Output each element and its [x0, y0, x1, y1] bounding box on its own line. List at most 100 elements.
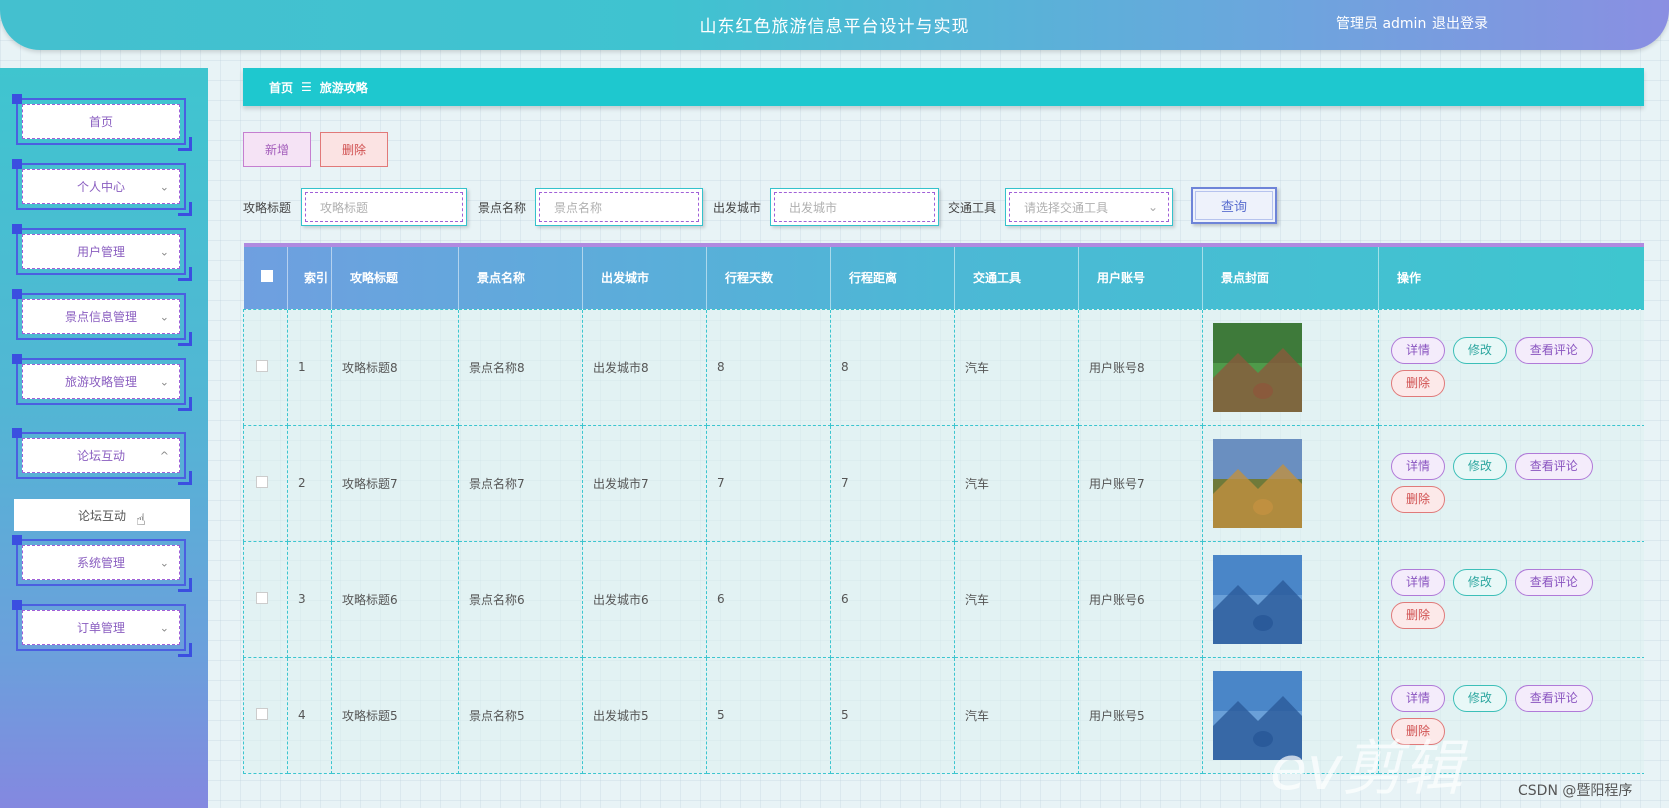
sidebar-item-label: 系统管理 [76, 556, 125, 570]
cell-cover [1202, 424, 1379, 542]
cell-index: 3 [287, 540, 332, 658]
col-actions: 操作 [1378, 243, 1644, 309]
cell-title: 攻略标题5 [331, 656, 459, 774]
query-button[interactable]: 查询 [1191, 187, 1277, 224]
cell-spot: 景点名称5 [458, 656, 583, 774]
transport-filter-label: 交通工具 [948, 201, 997, 215]
sidebar-item-guides[interactable]: 旅游攻略管理 ⌄ [12, 354, 192, 411]
view-comments-button[interactable]: 查看评论 [1514, 569, 1593, 596]
cell-distance: 8 [830, 308, 955, 426]
col-index: 索引 [287, 243, 332, 309]
cell-account: 用户账号5 [1078, 656, 1203, 774]
chevron-up-icon: ^ [159, 449, 169, 462]
breadcrumb: 首页 ☰ 旅游攻略 [243, 68, 1644, 106]
title-filter-input[interactable]: 攻略标题 [301, 188, 467, 226]
sidebar-item-orders[interactable]: 订单管理 ⌄ [12, 600, 192, 657]
cover-image[interactable] [1213, 438, 1302, 528]
row-checkbox[interactable] [243, 540, 288, 658]
row-delete-button[interactable]: 删除 [1391, 486, 1446, 513]
table-header-row: 索引 攻略标题 景点名称 出发城市 行程天数 行程距离 交通工具 用户账号 景点… [243, 243, 1644, 309]
sidebar-item-forum[interactable]: 论坛互动 ^ [12, 428, 192, 485]
cell-actions: 详情 修改 查看评论 删除 [1378, 424, 1644, 542]
cover-image[interactable] [1213, 554, 1302, 644]
menu-icon: ☰ [301, 80, 312, 94]
detail-button[interactable]: 详情 [1391, 337, 1446, 364]
cell-title: 攻略标题8 [331, 308, 459, 426]
view-comments-button[interactable]: 查看评论 [1514, 337, 1593, 364]
cell-spot: 景点名称6 [458, 540, 583, 658]
cell-actions: 详情 修改 查看评论 删除 [1378, 540, 1644, 658]
row-checkbox[interactable] [243, 308, 288, 426]
sidebar-item-label: 用户管理 [76, 245, 125, 259]
cell-days: 6 [706, 540, 831, 658]
transport-select[interactable]: 请选择交通工具 ⌄ [1005, 188, 1173, 226]
col-days: 行程天数 [706, 243, 831, 309]
submenu-item-forum[interactable]: 论坛互动 [14, 499, 190, 531]
row-delete-button[interactable]: 删除 [1391, 370, 1446, 397]
cell-account: 用户账号6 [1078, 540, 1203, 658]
cell-spot: 景点名称7 [458, 424, 583, 542]
cell-title: 攻略标题6 [331, 540, 459, 658]
spot-filter-label: 景点名称 [478, 201, 527, 215]
sidebar-item-spots[interactable]: 景点信息管理 ⌄ [12, 289, 192, 346]
sidebar-item-label: 景点信息管理 [64, 310, 137, 324]
select-all-checkbox[interactable] [243, 243, 288, 309]
cell-spot: 景点名称8 [458, 308, 583, 426]
chevron-down-icon: ⌄ [159, 245, 169, 258]
mouse-cursor-icon: ☝ [136, 510, 146, 529]
cell-account: 用户账号8 [1078, 308, 1203, 426]
cell-distance: 6 [830, 540, 955, 658]
spot-filter-input[interactable]: 景点名称 [535, 188, 703, 226]
chevron-down-icon: ⌄ [159, 621, 169, 634]
chevron-down-icon: ⌄ [159, 180, 169, 193]
detail-button[interactable]: 详情 [1391, 569, 1446, 596]
cell-city: 出发城市5 [582, 656, 707, 774]
view-comments-button[interactable]: 查看评论 [1514, 685, 1593, 712]
sidebar-item-system[interactable]: 系统管理 ⌄ [12, 535, 192, 592]
edit-button[interactable]: 修改 [1452, 453, 1507, 480]
cover-image[interactable] [1213, 322, 1302, 412]
edit-button[interactable]: 修改 [1452, 569, 1507, 596]
cell-city: 出发城市6 [582, 540, 707, 658]
breadcrumb-home[interactable]: 首页 [269, 79, 293, 96]
detail-button[interactable]: 详情 [1391, 685, 1446, 712]
breadcrumb-current: 旅游攻略 [319, 80, 368, 95]
delete-button[interactable]: 删除 [320, 132, 388, 167]
col-distance: 行程距离 [830, 243, 955, 309]
logout-link[interactable]: 退出登录 [1432, 13, 1488, 33]
edit-button[interactable]: 修改 [1452, 337, 1507, 364]
table-row: 2 攻略标题7 景点名称7 出发城市7 7 7 汽车 用户账号7 详情 修改 查… [243, 424, 1644, 542]
cell-days: 7 [706, 424, 831, 542]
cell-cover [1202, 540, 1379, 658]
row-checkbox[interactable] [243, 424, 288, 542]
cell-title: 攻略标题7 [331, 424, 459, 542]
chevron-down-icon: ⌄ [159, 375, 169, 388]
sidebar-item-home[interactable]: 首页 [12, 94, 192, 151]
credit-text: CSDN @暨阳程序 [1518, 783, 1633, 799]
detail-button[interactable]: 详情 [1391, 453, 1446, 480]
cell-city: 出发城市8 [582, 308, 707, 426]
add-button[interactable]: 新增 [243, 132, 311, 167]
city-filter-input[interactable]: 出发城市 [770, 188, 939, 226]
current-user: 管理员 admin [1336, 16, 1427, 32]
cell-transport: 汽车 [954, 308, 1079, 426]
cell-transport: 汽车 [954, 656, 1079, 774]
top-header: 山东红色旅游信息平台设计与实现 管理员 admin 退出登录 [0, 0, 1669, 50]
cell-days: 5 [706, 656, 831, 774]
sidebar-item-profile[interactable]: 个人中心 ⌄ [12, 159, 192, 216]
col-cover: 景点封面 [1202, 243, 1379, 309]
cell-account: 用户账号7 [1078, 424, 1203, 542]
row-checkbox[interactable] [243, 656, 288, 774]
view-comments-button[interactable]: 查看评论 [1514, 453, 1593, 480]
cell-city: 出发城市7 [582, 424, 707, 542]
cell-transport: 汽车 [954, 540, 1079, 658]
chevron-down-icon: ⌄ [1147, 200, 1158, 214]
edit-button[interactable]: 修改 [1452, 685, 1507, 712]
col-transport: 交通工具 [954, 243, 1079, 309]
col-city: 出发城市 [582, 243, 707, 309]
cell-distance: 7 [830, 424, 955, 542]
col-account: 用户账号 [1078, 243, 1203, 309]
sidebar-item-users[interactable]: 用户管理 ⌄ [12, 224, 192, 281]
row-delete-button[interactable]: 删除 [1391, 602, 1446, 629]
cell-index: 4 [287, 656, 332, 774]
